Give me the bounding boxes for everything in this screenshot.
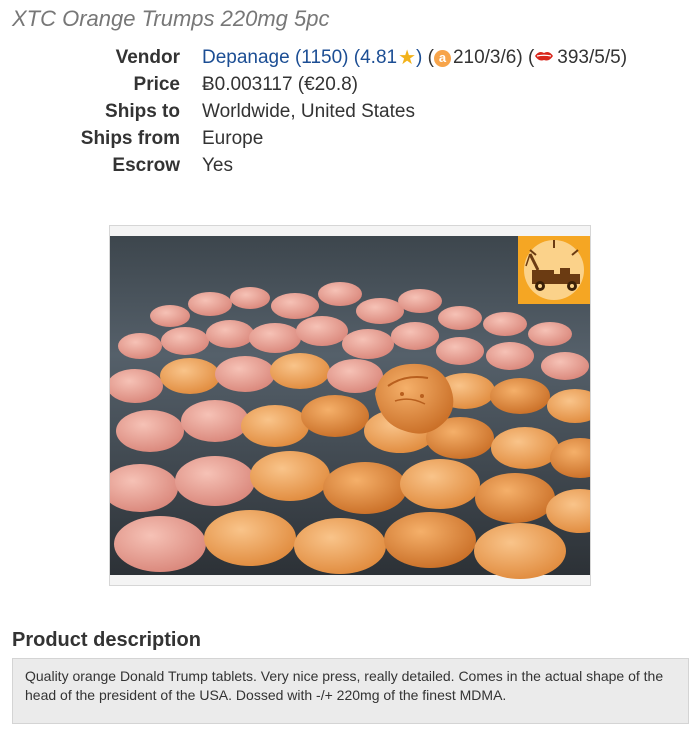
price-row: Price Ƀ0.003117 (€20.8) <box>60 71 627 98</box>
vendor-label: Vendor <box>115 47 180 68</box>
tow-truck-icon <box>518 236 590 304</box>
product-image[interactable] <box>109 225 591 586</box>
price-label: Price <box>133 74 180 95</box>
external-rating-2-value: 393/5/5) <box>557 47 628 68</box>
external-rating-1-value: 210/3/6) <box>452 47 523 68</box>
vendor-value: Depanage (1150) (4.81★) (a 210/3/6) ( 393… <box>202 44 627 71</box>
market-lips-icon <box>535 52 554 61</box>
description-heading: Product description <box>12 629 201 651</box>
escrow-label: Escrow <box>112 155 180 176</box>
vendor-rating-close: ) <box>416 47 423 68</box>
ships-to-label: Ships to <box>105 101 180 122</box>
description-text: Quality orange Donald Trump tablets. Ver… <box>25 668 664 703</box>
listing-title: XTC Orange Trumps 220mg 5pc <box>12 6 330 31</box>
star-icon: ★ <box>398 47 417 69</box>
escrow-value: Yes <box>202 155 233 176</box>
ships-from-row: Ships from Europe <box>60 125 627 152</box>
product-photo <box>110 226 590 585</box>
ships-from-value: Europe <box>202 128 264 149</box>
vendor-row: Vendor Depanage (1150) (4.81★) (a 210/3/6… <box>60 44 627 71</box>
escrow-row: Escrow Yes <box>60 152 627 179</box>
vendor-link[interactable]: Depanage (1150) (4.81★) <box>202 47 422 68</box>
price-value: Ƀ0.003117 (€20.8) <box>202 74 358 95</box>
market-a-icon: a <box>433 50 451 67</box>
vendor-rating: (4.81 <box>353 47 398 68</box>
listing-info-table: Vendor Depanage (1150) (4.81★) (a 210/3/6… <box>60 44 627 179</box>
ships-to-value: Worldwide, United States <box>202 101 415 122</box>
vendor-name: Depanage (1150) <box>202 47 349 68</box>
description-box: Quality orange Donald Trump tablets. Ver… <box>12 658 689 724</box>
ships-to-row: Ships to Worldwide, United States <box>60 98 627 125</box>
ships-from-label: Ships from <box>80 128 180 149</box>
